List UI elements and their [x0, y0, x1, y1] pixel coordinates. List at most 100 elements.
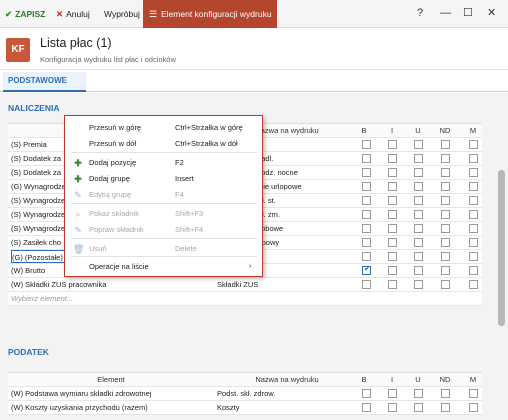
checkbox-m[interactable]	[469, 224, 478, 233]
checkbox-m[interactable]	[469, 280, 478, 289]
checkbox-b[interactable]	[362, 238, 371, 247]
checkbox-u[interactable]	[414, 168, 423, 177]
checkbox-u[interactable]	[414, 266, 423, 275]
checkbox-nd[interactable]	[441, 266, 450, 275]
checkbox-nd[interactable]	[441, 154, 450, 163]
row-print-name[interactable]: Koszty	[217, 401, 357, 414]
maximize-button[interactable]: ☐	[463, 6, 473, 20]
col-i[interactable]: I	[386, 373, 398, 386]
checkbox-i[interactable]	[388, 154, 397, 163]
checkbox-i[interactable]	[388, 266, 397, 275]
help-button[interactable]: ?	[417, 6, 423, 20]
menu-item[interactable]: ✚ Dodaj pozycję F2	[65, 155, 262, 171]
checkbox-u[interactable]	[414, 280, 423, 289]
active-document-tab[interactable]: ☰ Element konfiguracji wydruku	[143, 0, 277, 28]
minimize-button[interactable]: —	[440, 6, 451, 20]
checkbox-i[interactable]	[388, 182, 397, 191]
col-u[interactable]: U	[412, 373, 424, 386]
row-element[interactable]: (W) Składki ZUS pracownika	[11, 278, 211, 291]
checkbox-i[interactable]	[388, 140, 397, 149]
col-b[interactable]: B	[358, 373, 370, 386]
tab-podstawowe[interactable]: PODSTAWOWE	[3, 72, 86, 92]
checkbox[interactable]	[362, 389, 371, 398]
checkbox-b[interactable]	[362, 224, 371, 233]
col-nd[interactable]: ND	[434, 124, 456, 137]
checkbox-i[interactable]	[388, 210, 397, 219]
close-button[interactable]: ✕	[487, 6, 496, 20]
checkbox-m[interactable]	[469, 154, 478, 163]
table-row[interactable]: (W) Koszty uzyskania przychodu (razem) Ko…	[8, 401, 482, 415]
col-b[interactable]: B	[358, 124, 370, 137]
checkbox[interactable]	[362, 403, 371, 412]
row-print-name[interactable]: Podst. skł. zdrow.	[217, 387, 357, 400]
checkbox-u[interactable]	[414, 182, 423, 191]
col-nd[interactable]: ND	[434, 373, 456, 386]
checkbox-i[interactable]	[388, 224, 397, 233]
checkbox[interactable]	[469, 403, 478, 412]
checkbox-u[interactable]	[414, 196, 423, 205]
row-element[interactable]: (W) Podstawa wymiaru składki zdrowotnej	[11, 387, 211, 400]
add-element-input[interactable]: Wybierz element...	[11, 292, 211, 305]
checkbox-i[interactable]	[388, 252, 397, 261]
col-element[interactable]: Element	[11, 373, 211, 386]
checkbox-m[interactable]	[469, 266, 478, 275]
checkbox-u[interactable]	[414, 224, 423, 233]
checkbox-m[interactable]	[469, 210, 478, 219]
checkbox-i[interactable]	[388, 238, 397, 247]
test-button[interactable]: Wypróbuj	[104, 7, 140, 21]
row-element[interactable]: (W) Koszty uzyskania przychodu (razem)	[11, 401, 211, 414]
checkbox-u[interactable]	[414, 154, 423, 163]
menu-item[interactable]: 🗑 Usuń Delete	[65, 241, 262, 257]
checkbox-nd[interactable]	[441, 252, 450, 261]
checkbox[interactable]	[469, 389, 478, 398]
table-row[interactable]: (W) Podstawa wymiaru składki zdrowotnej P…	[8, 387, 482, 401]
checkbox[interactable]	[388, 389, 397, 398]
menu-item[interactable]: ✚ Dodaj grupę Insert	[65, 171, 262, 187]
scrollbar-thumb[interactable]	[498, 170, 505, 326]
col-m[interactable]: M	[467, 373, 479, 386]
checkbox-nd[interactable]	[441, 168, 450, 177]
checkbox-m[interactable]	[469, 196, 478, 205]
checkbox-nd[interactable]	[441, 280, 450, 289]
checkbox[interactable]	[441, 389, 450, 398]
checkbox-b[interactable]	[362, 154, 371, 163]
checkbox-m[interactable]	[469, 252, 478, 261]
menu-item[interactable]: Przesuń w górę Ctrl+Strzałka w górę	[65, 120, 262, 136]
checkbox[interactable]	[388, 403, 397, 412]
checkbox-m[interactable]	[469, 168, 478, 177]
checkbox-b[interactable]	[362, 280, 371, 289]
checkbox-nd[interactable]	[441, 224, 450, 233]
menu-item[interactable]: ✎ Edytuj grupę F4	[65, 187, 262, 203]
checkbox-b[interactable]	[362, 140, 371, 149]
checkbox[interactable]	[414, 389, 423, 398]
checkbox-b[interactable]	[362, 168, 371, 177]
col-m[interactable]: M	[467, 124, 479, 137]
checkbox-nd[interactable]	[441, 140, 450, 149]
checkbox-u[interactable]	[414, 140, 423, 149]
col-i[interactable]: I	[386, 124, 398, 137]
col-u[interactable]: U	[412, 124, 424, 137]
menu-item[interactable]: Operacje na liście ›	[65, 259, 262, 275]
checkbox-b[interactable]	[362, 196, 371, 205]
checkbox-i[interactable]	[388, 280, 397, 289]
checkbox-i[interactable]	[388, 168, 397, 177]
checkbox-b[interactable]	[362, 264, 371, 275]
checkbox-u[interactable]	[414, 210, 423, 219]
checkbox-b[interactable]	[362, 252, 371, 261]
checkbox-m[interactable]	[469, 238, 478, 247]
checkbox-b[interactable]	[362, 210, 371, 219]
checkbox-u[interactable]	[414, 238, 423, 247]
checkbox-nd[interactable]	[441, 182, 450, 191]
checkbox[interactable]	[414, 403, 423, 412]
checkbox[interactable]	[441, 403, 450, 412]
cancel-button[interactable]: ✕ Anuluj	[56, 7, 90, 21]
checkbox-nd[interactable]	[441, 210, 450, 219]
checkbox-u[interactable]	[414, 252, 423, 261]
menu-item[interactable]: ⌕ Pokaż składnik Shift+F3	[65, 206, 262, 222]
row-print-name[interactable]: Składki ZUS	[217, 278, 357, 291]
checkbox-i[interactable]	[388, 196, 397, 205]
col-name[interactable]: Nazwa na wydruku	[217, 373, 357, 386]
save-button[interactable]: ✔ ZAPISZ	[5, 7, 45, 21]
menu-item[interactable]: ✎ Popraw składnik Shift+F4	[65, 222, 262, 238]
table-row[interactable]: (W) Składki ZUS pracownika Składki ZUS	[8, 278, 482, 292]
